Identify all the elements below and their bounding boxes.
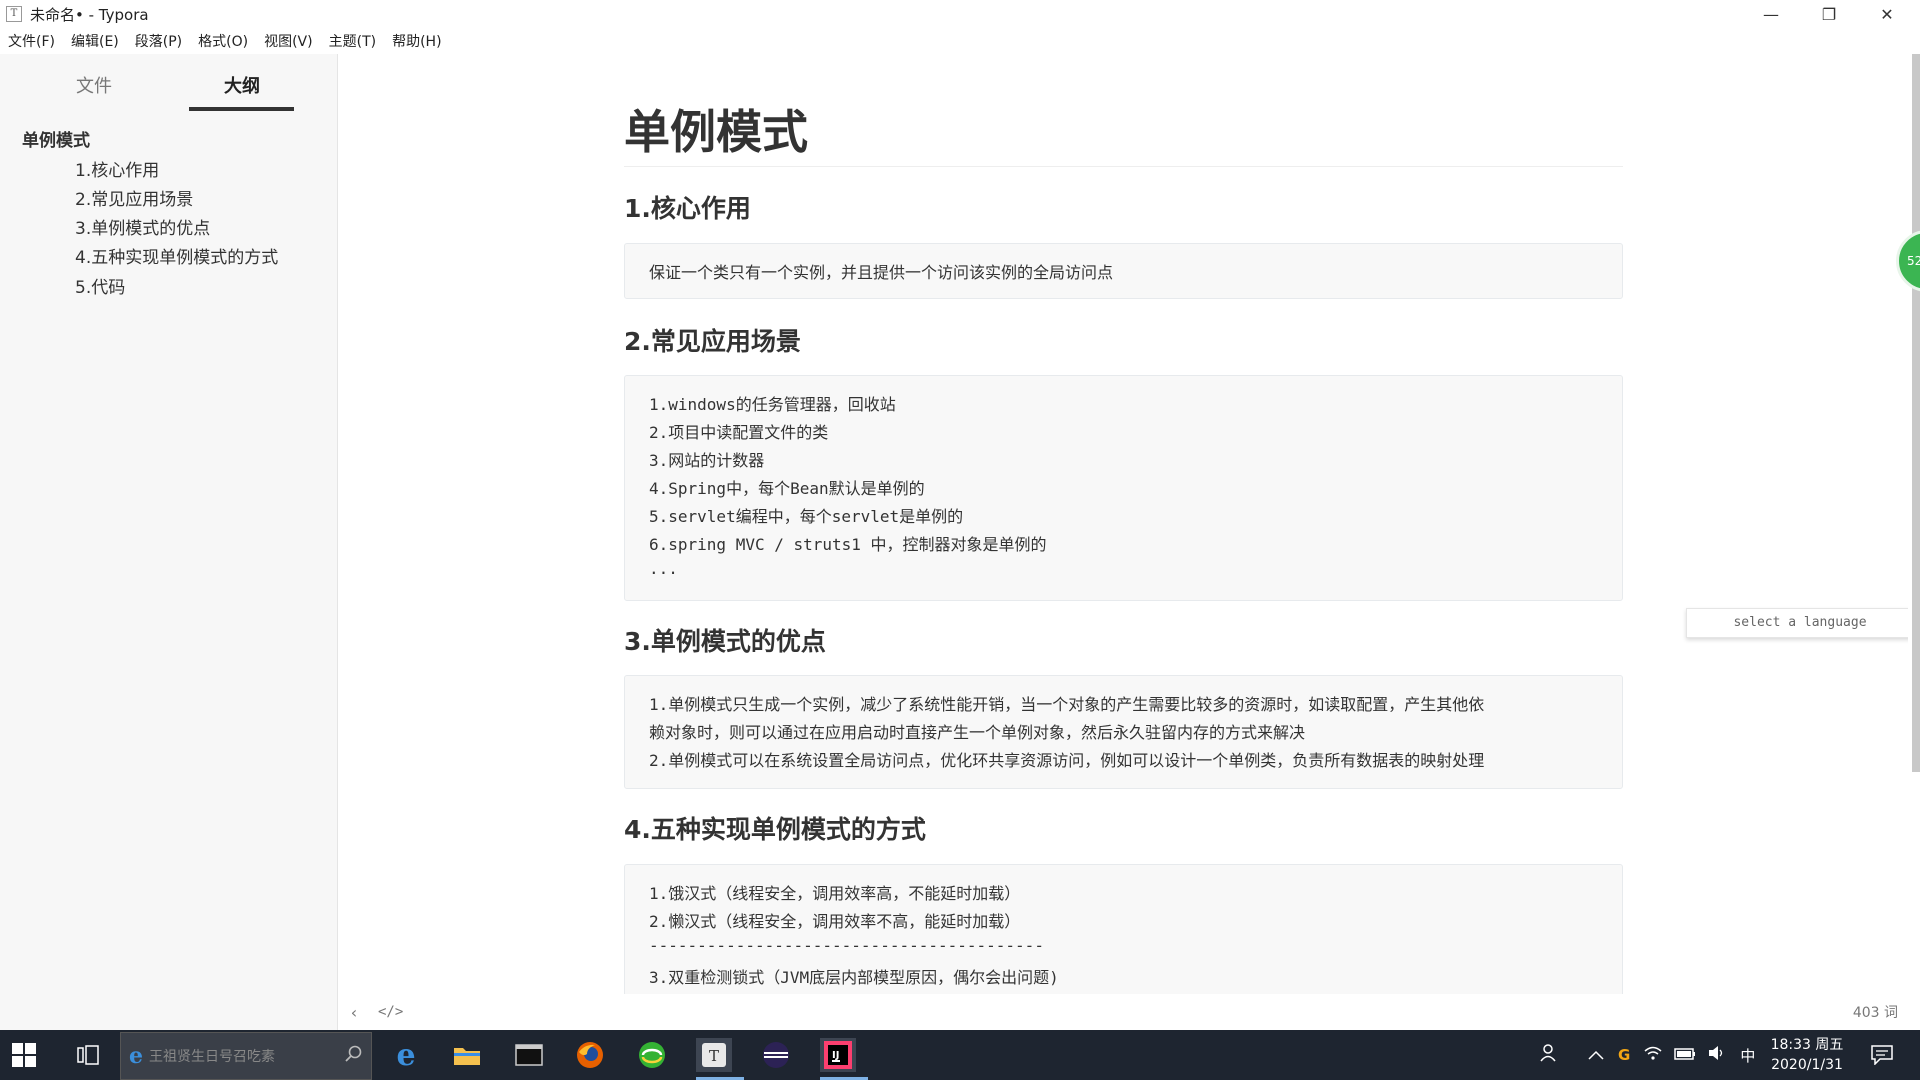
windows-taskbar: e 王祖贤生日号召吃素 e T IJ G 中 18:33 周五 2020/1/3… (0, 1030, 1920, 1080)
title-bar: T 未命名• - Typora — ❐ ✕ (0, 0, 1920, 28)
outline-item[interactable]: 5.代码 (75, 273, 125, 298)
search-icon (345, 1045, 363, 1068)
start-icon[interactable] (12, 1043, 36, 1067)
outline-item[interactable]: 4.五种实现单例模式的方式 (75, 243, 278, 268)
code-line: 赖对象时，则可以通过在应用启动时直接产生一个单例对象，然后永久驻留内存的方式来解… (649, 723, 1306, 742)
menu-file[interactable]: 文件(F) (0, 31, 63, 51)
volume-icon[interactable] (1708, 1045, 1726, 1065)
section-heading[interactable]: 3.单例模式的优点 (624, 622, 826, 658)
source-code-mode-icon[interactable]: </> (378, 1004, 403, 1020)
code-block[interactable]: 1.单例模式只生成一个实例，减少了系统性能开销，当一个对象的产生需要比较多的资源… (624, 675, 1623, 789)
svg-text:T: T (709, 1047, 719, 1065)
menu-format[interactable]: 格式(O) (190, 31, 256, 51)
editor-status-bar: ‹ </> 403 词 (338, 994, 1920, 1030)
search-input[interactable]: 王祖贤生日号召吃素 (149, 1046, 275, 1066)
editor-area[interactable]: 单例模式 1.核心作用 保证一个类只有一个实例，并且提供一个访问该实例的全局访问… (338, 54, 1908, 994)
language-select[interactable]: select a language (1686, 608, 1908, 638)
editor-scrollbar[interactable] (1912, 54, 1920, 772)
notification-icon[interactable] (1864, 1038, 1900, 1072)
document-title[interactable]: 单例模式 (624, 96, 808, 162)
typora-icon[interactable]: T (696, 1038, 732, 1072)
restore-button[interactable]: ❐ (1800, 0, 1858, 28)
minimize-button[interactable]: — (1742, 0, 1800, 28)
menu-theme[interactable]: 主题(T) (321, 31, 384, 51)
file-explorer-icon[interactable] (449, 1038, 485, 1072)
code-line: 4.Spring中，每个Bean默认是单例的 (649, 479, 925, 498)
tab-outline[interactable]: 大纲 (224, 72, 260, 98)
sidebar: 文件 大纲 单例模式 1.核心作用 2.常见应用场景 3.单例模式的优点 4.五… (0, 54, 338, 1030)
menu-paragraph[interactable]: 段落(P) (127, 31, 190, 51)
window-title: 未命名• - Typora (30, 5, 149, 24)
word-count[interactable]: 403 词 (1853, 1002, 1898, 1022)
clock-time: 18:33 周五 (1770, 1037, 1844, 1053)
code-line: ----------------------------------------… (649, 936, 1044, 955)
clock-date: 2020/1/31 (1771, 1057, 1843, 1073)
close-button[interactable]: ✕ (1858, 0, 1916, 28)
section-heading[interactable]: 4.五种实现单例模式的方式 (624, 810, 926, 846)
browser-360-icon[interactable] (634, 1038, 670, 1072)
outline-item-title[interactable]: 单例模式 (22, 126, 90, 151)
title-divider (624, 166, 1623, 167)
people-icon[interactable] (1540, 1043, 1560, 1067)
code-line: 3.网站的计数器 (649, 451, 765, 470)
code-line: 2.项目中读配置文件的类 (649, 423, 829, 442)
sidebar-tabs: 文件 大纲 (0, 54, 337, 112)
ie-search-icon: e (129, 1043, 143, 1069)
close-icon: ✕ (1880, 4, 1894, 24)
code-line: 6.spring MVC / struts1 中，控制器对象是单例的 (649, 535, 1047, 554)
toggle-sidebar-icon[interactable]: ‹ (344, 1003, 364, 1022)
firefox-icon[interactable] (572, 1038, 608, 1072)
code-line: 5.servlet编程中，每个servlet是单例的 (649, 507, 964, 526)
code-line: 2.懒汉式（线程安全，调用效率不高，能延时加载） (649, 912, 1021, 931)
menu-help[interactable]: 帮助(H) (384, 31, 449, 51)
section-heading[interactable]: 1.核心作用 (624, 189, 751, 225)
terminal-icon[interactable] (511, 1038, 547, 1072)
menu-view[interactable]: 视图(V) (256, 31, 321, 51)
svg-text:IJ: IJ (832, 1050, 839, 1061)
code-line: ... (649, 559, 678, 578)
outline-item[interactable]: 3.单例模式的优点 (75, 214, 210, 239)
minimize-icon: — (1763, 4, 1779, 24)
ime-indicator[interactable]: 中 (1740, 1045, 1755, 1066)
taskbar-clock[interactable]: 18:33 周五 2020/1/31 (1762, 1035, 1852, 1075)
restore-icon: ❐ (1821, 4, 1837, 24)
intellij-icon[interactable]: IJ (820, 1038, 856, 1072)
code-block[interactable]: 保证一个类只有一个实例，并且提供一个访问该实例的全局访问点 (624, 243, 1623, 299)
eclipse-icon[interactable] (758, 1038, 794, 1072)
code-block[interactable]: 1.饿汉式（线程安全，调用效率高，不能延时加载） 2.懒汉式（线程安全，调用效率… (624, 864, 1623, 994)
task-view-icon[interactable] (70, 1038, 106, 1072)
code-line: 3.双重检测锁式（JVM底层内部模型原因，偶尔会出问题) (649, 968, 1059, 987)
taskbar-search[interactable]: e 王祖贤生日号召吃素 (120, 1032, 372, 1080)
code-line: 1.单例模式只生成一个实例，减少了系统性能开销，当一个对象的产生需要比较多的资源… (649, 695, 1485, 714)
section-heading[interactable]: 2.常见应用场景 (624, 322, 801, 358)
menu-edit[interactable]: 编辑(E) (63, 31, 127, 51)
code-line: 1.饿汉式（线程安全，调用效率高，不能延时加载） (649, 884, 1021, 903)
system-tray: G 中 (1540, 1030, 1755, 1080)
outline-item[interactable]: 2.常见应用场景 (75, 185, 193, 210)
tab-files[interactable]: 文件 (76, 72, 112, 98)
wifi-icon[interactable] (1644, 1045, 1662, 1065)
active-tab-indicator (189, 107, 294, 111)
g-app-icon[interactable]: G (1618, 1046, 1630, 1064)
outline-item[interactable]: 1.核心作用 (75, 156, 159, 181)
menu-bar: 文件(F) 编辑(E) 段落(P) 格式(O) 视图(V) 主题(T) 帮助(H… (0, 28, 1920, 54)
chevron-up-icon[interactable] (1588, 1046, 1604, 1064)
code-block[interactable]: 1.windows的任务管理器，回收站 2.项目中读配置文件的类 3.网站的计数… (624, 375, 1623, 601)
code-line: 保证一个类只有一个实例，并且提供一个访问该实例的全局访问点 (649, 263, 1114, 282)
edge-icon[interactable]: e (388, 1038, 424, 1073)
battery-icon[interactable] (1674, 1046, 1696, 1064)
code-line: 1.windows的任务管理器，回收站 (649, 395, 896, 414)
typora-app-icon: T (6, 6, 22, 22)
code-line: 2.单例模式可以在系统设置全局访问点，优化环共享资源访问，例如可以设计一个单例类… (649, 751, 1485, 770)
